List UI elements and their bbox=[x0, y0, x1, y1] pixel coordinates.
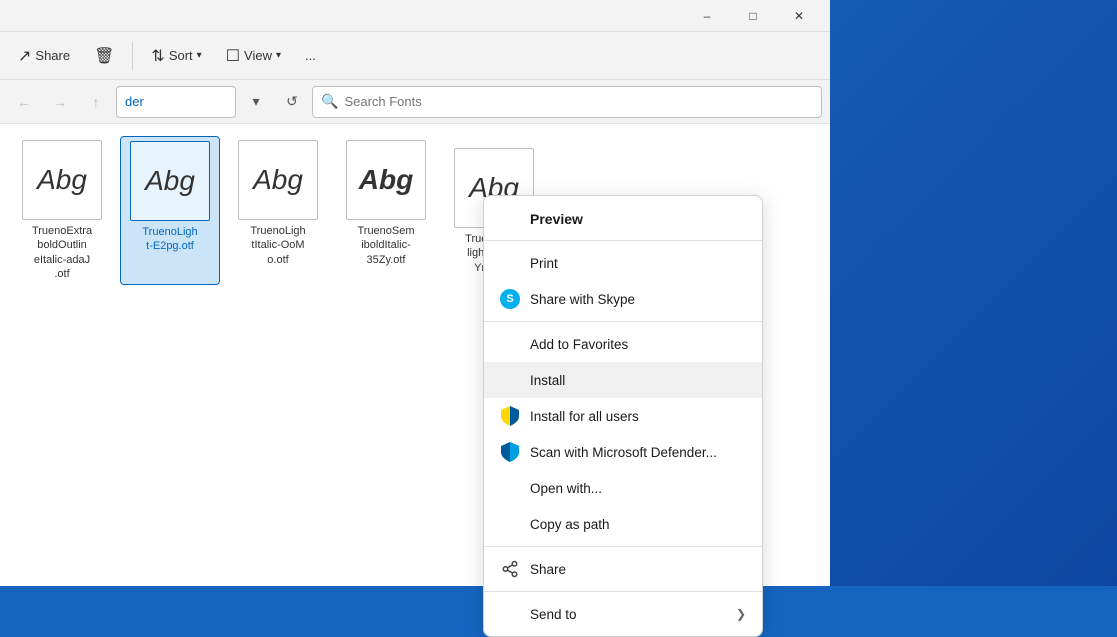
sort-icon: ⇅ bbox=[151, 46, 164, 66]
breadcrumb[interactable]: der bbox=[116, 86, 236, 118]
toolbar: ↗ Share 🗑 ⇅ Sort ▾ ☐ View ▾ ... bbox=[0, 32, 830, 80]
close-button[interactable]: ✕ bbox=[776, 0, 822, 32]
address-bar: ← → ↑ der ▾ ↺ 🔍 bbox=[0, 80, 830, 124]
menu-item-label: Send to bbox=[530, 607, 726, 622]
view-icon: ☐ bbox=[226, 46, 240, 66]
font-preview-icon: Abg bbox=[22, 140, 102, 220]
menu-separator-4 bbox=[484, 591, 762, 592]
submenu-arrow-icon: ❯ bbox=[736, 607, 746, 621]
font-preview-icon: Abg bbox=[130, 141, 210, 221]
title-bar-buttons: – □ ✕ bbox=[684, 0, 822, 32]
more-button[interactable]: ... bbox=[295, 42, 326, 69]
font-name: TruenoExtraboldOutlineItalic-adaJ.otf bbox=[32, 224, 92, 281]
minimize-button[interactable]: – bbox=[684, 0, 730, 32]
font-item[interactable]: Abg TruenoSemiboldItalic-35Zy.otf bbox=[336, 136, 436, 285]
share-icon bbox=[500, 559, 520, 579]
font-name: TruenoLightItalic-OoMo.otf bbox=[250, 224, 305, 267]
menu-separator-2 bbox=[484, 321, 762, 322]
maximize-button[interactable]: □ bbox=[730, 0, 776, 32]
search-icon: 🔍 bbox=[321, 93, 338, 110]
install-icon bbox=[500, 370, 520, 390]
menu-item-label: Print bbox=[530, 256, 746, 271]
menu-item-label: Install bbox=[530, 373, 746, 388]
menu-item-send-to[interactable]: Send to ❯ bbox=[484, 596, 762, 632]
dropdown-button[interactable]: ▾ bbox=[240, 86, 272, 118]
font-name: TruenoLight-E2pg.otf bbox=[142, 225, 197, 254]
menu-separator-1 bbox=[484, 240, 762, 241]
back-button[interactable]: ← bbox=[8, 86, 40, 118]
view-label: View bbox=[244, 48, 272, 63]
open-with-icon bbox=[500, 478, 520, 498]
view-button[interactable]: ☐ View ▾ bbox=[216, 40, 291, 72]
menu-item-label: Open with... bbox=[530, 481, 746, 496]
send-to-icon bbox=[500, 604, 520, 624]
menu-item-share[interactable]: Share bbox=[484, 551, 762, 587]
delete-button[interactable]: 🗑 bbox=[84, 40, 124, 72]
menu-item-label: Add to Favorites bbox=[530, 337, 746, 352]
sort-chevron-icon: ▾ bbox=[197, 50, 202, 61]
menu-item-label: Scan with Microsoft Defender... bbox=[530, 445, 746, 460]
menu-item-add-favorites[interactable]: Add to Favorites bbox=[484, 326, 762, 362]
menu-item-install[interactable]: Install bbox=[484, 362, 762, 398]
print-icon bbox=[500, 253, 520, 273]
skype-icon: S bbox=[500, 289, 520, 309]
menu-item-install-all[interactable]: Install for all users bbox=[484, 398, 762, 434]
font-item[interactable]: Abg TruenoLightItalic-OoMo.otf bbox=[228, 136, 328, 285]
menu-separator-3 bbox=[484, 546, 762, 547]
share-label: Share bbox=[35, 48, 70, 63]
font-preview-icon: Abg bbox=[346, 140, 426, 220]
toolbar-separator-1 bbox=[132, 42, 133, 70]
menu-item-preview[interactable]: Preview bbox=[484, 200, 762, 236]
favorites-icon bbox=[500, 334, 520, 354]
delete-icon: 🗑 bbox=[94, 46, 114, 66]
font-item-selected[interactable]: Abg TruenoLight-E2pg.otf bbox=[120, 136, 220, 285]
share-icon: ↗ bbox=[18, 46, 31, 66]
breadcrumb-text: der bbox=[125, 94, 144, 109]
share-button[interactable]: ↗ Share bbox=[8, 40, 80, 72]
refresh-button[interactable]: ↺ bbox=[276, 86, 308, 118]
search-box[interactable]: 🔍 bbox=[312, 86, 822, 118]
menu-item-scan-defender[interactable]: Scan with Microsoft Defender... bbox=[484, 434, 762, 470]
copy-path-icon bbox=[500, 514, 520, 534]
shield-yellow-icon bbox=[500, 406, 520, 426]
menu-item-copy-path[interactable]: Copy as path bbox=[484, 506, 762, 542]
menu-item-print[interactable]: Print bbox=[484, 245, 762, 281]
menu-item-label: Copy as path bbox=[530, 517, 746, 532]
font-name: TruenoSemiboldItalic-35Zy.otf bbox=[357, 224, 414, 267]
font-item[interactable]: Abg TruenoExtraboldOutlineItalic-adaJ.ot… bbox=[12, 136, 112, 285]
menu-item-open-with[interactable]: Open with... bbox=[484, 470, 762, 506]
menu-item-share-skype[interactable]: S Share with Skype bbox=[484, 281, 762, 317]
menu-item-label: Install for all users bbox=[530, 409, 746, 424]
menu-item-label: Preview bbox=[530, 211, 746, 227]
font-preview-icon: Abg bbox=[238, 140, 318, 220]
sort-label: Sort bbox=[169, 48, 193, 63]
menu-item-label: Share bbox=[530, 562, 746, 577]
view-chevron-icon: ▾ bbox=[276, 50, 281, 61]
context-menu: Preview Print S Share with Skype Add to … bbox=[483, 195, 763, 637]
preview-icon bbox=[500, 209, 520, 229]
up-button[interactable]: ↑ bbox=[80, 86, 112, 118]
search-input[interactable] bbox=[344, 94, 813, 109]
forward-button[interactable]: → bbox=[44, 86, 76, 118]
more-label: ... bbox=[305, 48, 316, 63]
sort-button[interactable]: ⇅ Sort ▾ bbox=[141, 40, 211, 72]
defender-icon bbox=[500, 442, 520, 462]
menu-item-label: Share with Skype bbox=[530, 292, 746, 307]
title-bar: – □ ✕ bbox=[0, 0, 830, 32]
